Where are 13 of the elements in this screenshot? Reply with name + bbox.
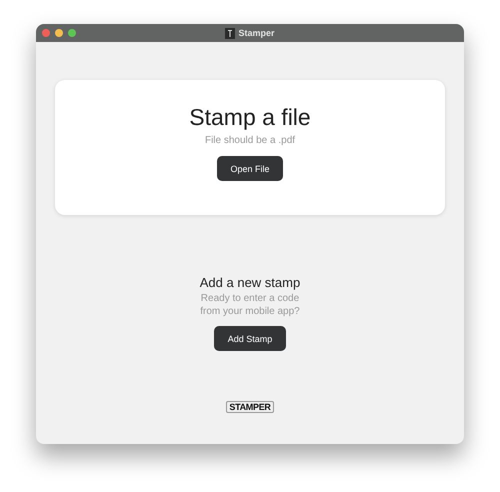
window-title: Stamper (238, 28, 274, 38)
heading: Add a new stamp (200, 275, 300, 290)
add-stamp-button[interactable]: Add Stamp (214, 326, 286, 351)
app-icon (225, 28, 236, 38)
heading: Stamp a file (189, 104, 311, 131)
hint-text: from your mobile app? (200, 305, 300, 318)
close-button[interactable] (42, 29, 50, 37)
hint-text: Ready to enter a code (200, 292, 300, 305)
logo: STAMPER (226, 401, 274, 413)
minimize-button[interactable] (55, 29, 63, 37)
open-file-button[interactable]: Open File (217, 156, 283, 181)
hint-text: File should be a .pdf (204, 135, 296, 146)
zoom-button[interactable] (68, 29, 76, 37)
